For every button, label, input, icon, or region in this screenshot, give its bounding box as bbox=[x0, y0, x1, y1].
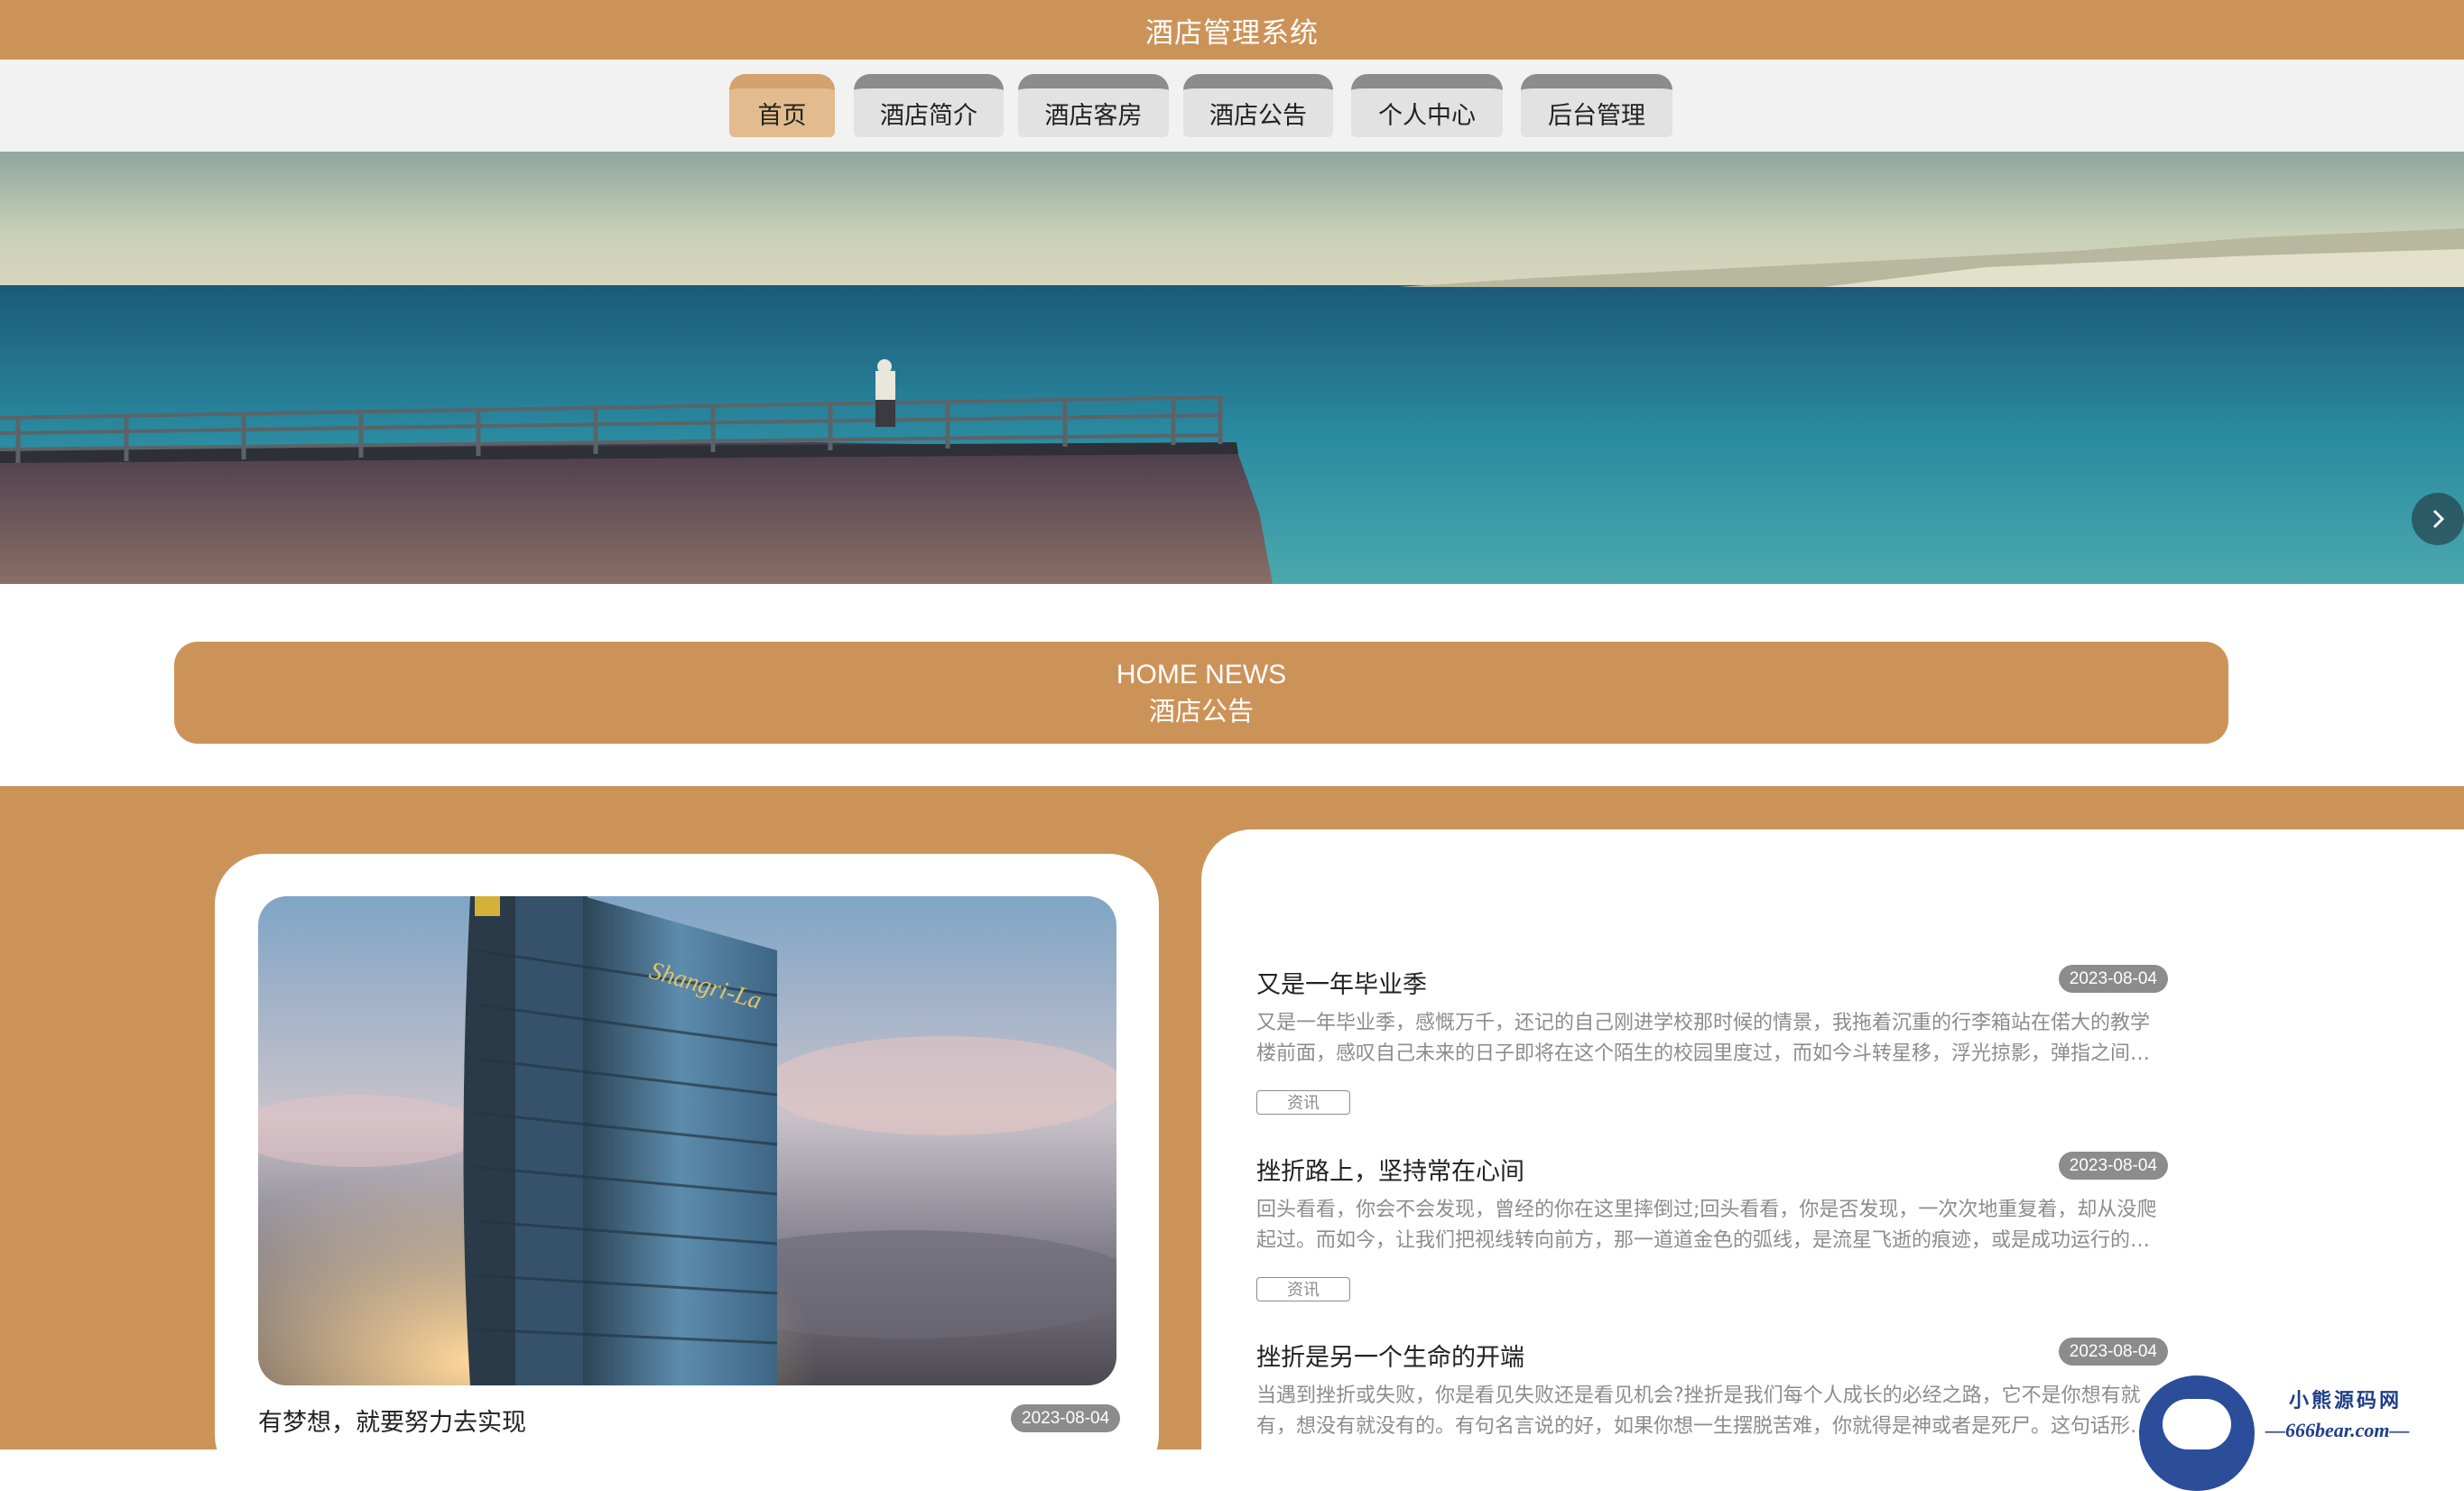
main-nav: 首页 酒店简介 酒店客房 酒店公告 个人中心 后台管理 bbox=[0, 60, 2464, 152]
nav-item-admin[interactable]: 后台管理 bbox=[1521, 74, 1672, 137]
featured-news-date: 2023-08-04 bbox=[1011, 1404, 1121, 1432]
hero-carousel bbox=[0, 152, 2464, 584]
watermark-url: —666bear.com— bbox=[2265, 1419, 2410, 1441]
news-item-excerpt: 当遇到挫折或失败，你是看见失败还是看见机会?挫折是我们每个人成长的必经之路，它不… bbox=[1256, 1384, 2150, 1438]
watermark-logo: 小熊源码网 —666bear.com— bbox=[2139, 1368, 2455, 1491]
news-item-title[interactable]: 挫折是另一个生命的开端 bbox=[1256, 1338, 1524, 1373]
watermark-brand: 小熊源码网 bbox=[2289, 1389, 2403, 1412]
site-title: 酒店管理系统 bbox=[1145, 16, 1319, 50]
news-item-tag[interactable]: 资讯 bbox=[1256, 1277, 1350, 1301]
featured-news-title[interactable]: 有梦想，就要努力去实现 bbox=[258, 1403, 526, 1438]
seaside-pier-image bbox=[0, 152, 2464, 584]
nav-item-hotel-notices[interactable]: 酒店公告 bbox=[1183, 74, 1333, 137]
carousel-next-button[interactable] bbox=[2412, 493, 2464, 545]
news-header-en: HOME NEWS bbox=[1116, 659, 1287, 690]
nav-item-hotel-rooms[interactable]: 酒店客房 bbox=[1018, 74, 1169, 137]
news-section-header: HOME NEWS 酒店公告 bbox=[174, 642, 2228, 744]
news-item-date: 2023-08-04 bbox=[2058, 1152, 2168, 1180]
featured-news-image[interactable]: Shangri-La bbox=[258, 896, 1116, 1385]
news-item-title[interactable]: 又是一年毕业季 bbox=[1256, 965, 1427, 1000]
nav-item-hotel-intro[interactable]: 酒店简介 bbox=[854, 74, 1004, 137]
news-item-excerpt: 回头看看，你会不会发现，曾经的你在这里摔倒过;回头看看，你是否发现，一次次地重复… bbox=[1256, 1199, 2157, 1252]
news-item-date: 2023-08-04 bbox=[2058, 965, 2168, 993]
news-item-excerpt: 又是一年毕业季，感慨万千，还记的自己刚进学校那时候的情景，我拖着沉重的行李箱站在… bbox=[1256, 1012, 2151, 1065]
bear-face bbox=[2163, 1399, 2231, 1449]
nav-item-home[interactable]: 首页 bbox=[729, 74, 835, 137]
hotel-building-image: Shangri-La bbox=[258, 896, 1116, 1385]
chevron-right-icon bbox=[2432, 509, 2445, 529]
bear-logo-icon bbox=[2139, 1375, 2255, 1491]
featured-news-card[interactable]: Shangri-La 有梦想，就要努力去实现 2023-08-04 bbox=[215, 854, 1159, 1486]
news-item-tag[interactable]: 资讯 bbox=[1256, 1090, 1350, 1115]
news-item-date: 2023-08-04 bbox=[2058, 1338, 2168, 1366]
news-header-zh: 酒店公告 bbox=[1148, 695, 1254, 727]
site-header: 酒店管理系统 bbox=[0, 0, 2464, 60]
news-item-title[interactable]: 挫折路上，坚持常在心间 bbox=[1256, 1152, 1524, 1187]
nav-item-personal-center[interactable]: 个人中心 bbox=[1351, 74, 1503, 137]
